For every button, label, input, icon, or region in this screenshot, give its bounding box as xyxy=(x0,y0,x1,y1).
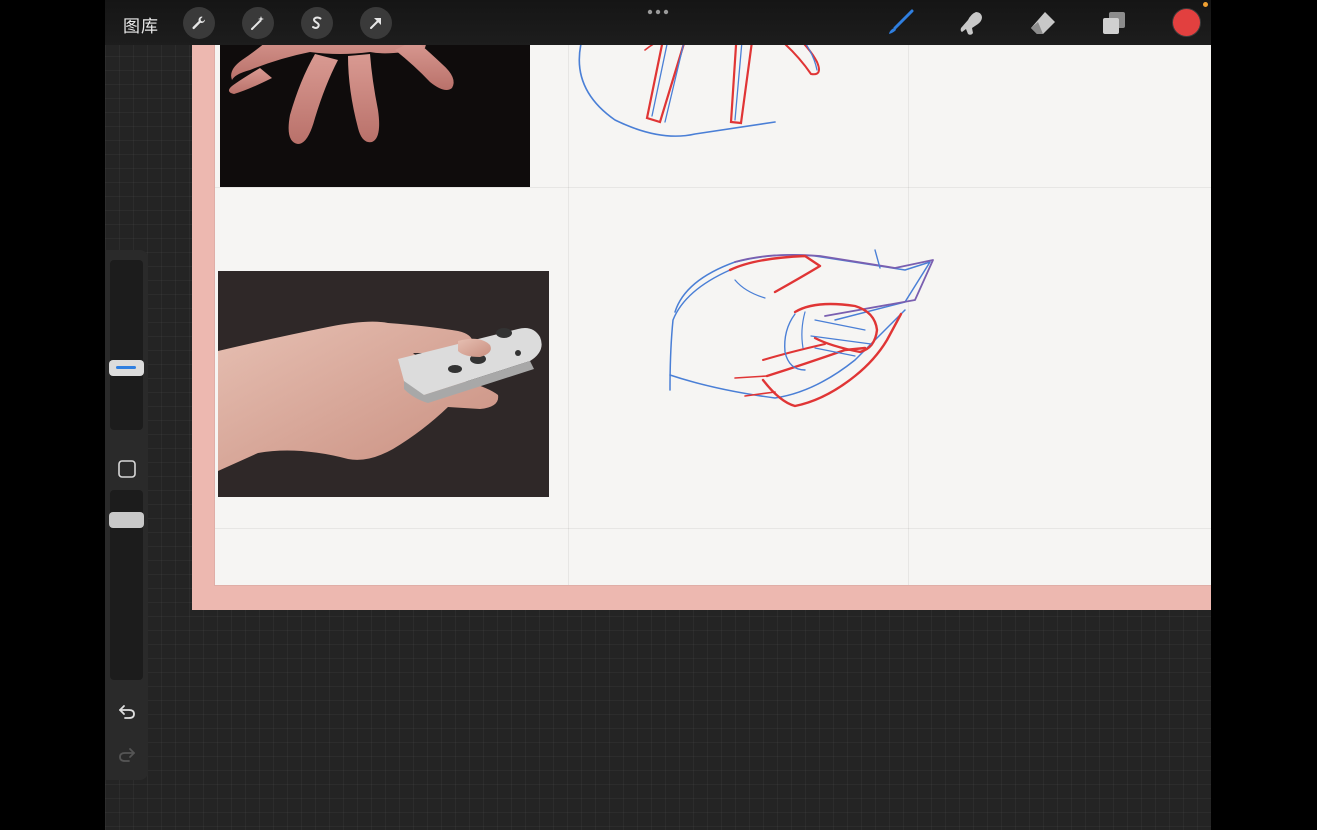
redo-button[interactable] xyxy=(113,740,140,767)
brush-size-slider-thumb[interactable] xyxy=(109,360,144,376)
gallery-button[interactable]: 图库 xyxy=(123,12,159,37)
square-icon xyxy=(117,459,136,478)
selection-s-icon xyxy=(312,16,322,29)
transform-arrow-icon xyxy=(370,18,381,29)
brush-size-slider[interactable] xyxy=(110,260,143,430)
wrench-icon xyxy=(192,16,205,30)
paint-brush-tool[interactable] xyxy=(885,8,915,38)
smudge-tool[interactable] xyxy=(956,8,986,38)
left-sidebar xyxy=(105,250,148,780)
modify-button[interactable] xyxy=(113,455,140,482)
brush-icon xyxy=(889,9,914,34)
eraser-tool[interactable] xyxy=(1028,8,1058,38)
opacity-slider-thumb[interactable] xyxy=(109,512,144,528)
drawing-canvas[interactable] xyxy=(215,30,1211,585)
redo-icon xyxy=(118,747,135,762)
procreate-app: 图库 xyxy=(105,0,1211,830)
layers-icon xyxy=(1103,12,1125,34)
eraser-icon xyxy=(1031,12,1055,34)
selection-button[interactable] xyxy=(301,7,333,39)
actions-button[interactable] xyxy=(183,7,215,39)
smudge-icon xyxy=(960,12,982,35)
color-picker-button[interactable] xyxy=(1173,9,1200,36)
magic-wand-icon xyxy=(251,16,264,30)
ellipsis-icon xyxy=(647,9,669,15)
undo-button[interactable] xyxy=(113,697,140,724)
transform-button[interactable] xyxy=(360,7,392,39)
hand-construction-sketch xyxy=(578,30,934,408)
undo-icon xyxy=(118,704,135,719)
more-options-handle[interactable] xyxy=(646,4,670,22)
adjustments-button[interactable] xyxy=(242,7,274,39)
top-toolbar: 图库 xyxy=(105,0,1211,45)
recording-indicator xyxy=(1203,2,1208,7)
layers-button[interactable] xyxy=(1099,8,1129,38)
